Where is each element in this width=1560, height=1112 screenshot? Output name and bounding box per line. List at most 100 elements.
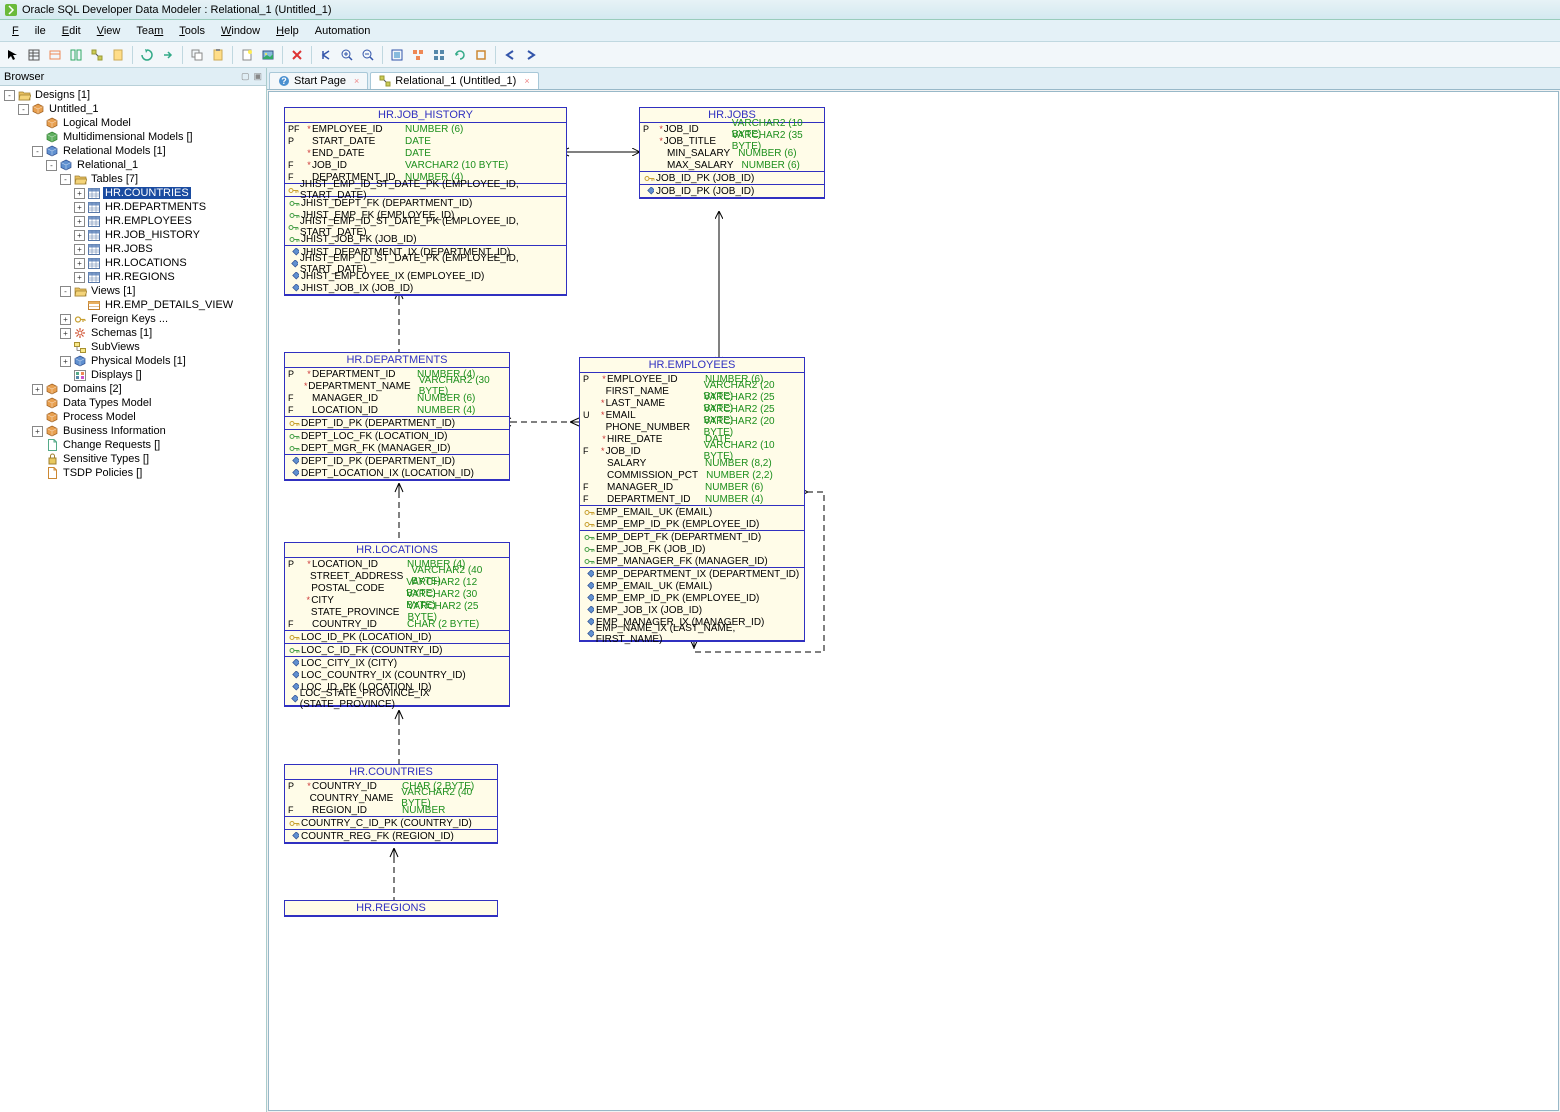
picture-icon[interactable] [259, 46, 277, 64]
zoom-out-icon[interactable] [359, 46, 377, 64]
entity-hr-job_history[interactable]: HR.JOB_HISTORYPF*EMPLOYEE_IDNUMBER (6)PS… [284, 107, 567, 296]
table-tool-icon[interactable] [25, 46, 43, 64]
reload-icon[interactable] [451, 46, 469, 64]
key-icon [643, 174, 656, 183]
tree-countries[interactable]: + HR.COUNTRIES [0, 186, 266, 200]
expand-toggle-icon[interactable]: + [60, 356, 71, 367]
tree-sensitive[interactable]: Sensitive Types [] [0, 452, 266, 466]
expand-toggle-icon[interactable]: + [74, 244, 85, 255]
arrow-right-icon[interactable] [159, 46, 177, 64]
entity-hr-employees[interactable]: HR.EMPLOYEESP*EMPLOYEE_IDNUMBER (6)FIRST… [579, 357, 805, 642]
layout-icon[interactable] [409, 46, 427, 64]
menu-help[interactable]: Help [268, 23, 307, 39]
expand-toggle-icon[interactable]: + [32, 384, 43, 395]
menu-edit[interactable]: Edit [54, 23, 89, 39]
close-icon[interactable]: × [524, 76, 529, 86]
tab-relational[interactable]: Relational_1 (Untitled_1) × [370, 72, 538, 89]
key-icon [288, 819, 301, 828]
forward-icon[interactable] [522, 46, 540, 64]
entity-hr-regions[interactable]: HR.REGIONS [284, 900, 498, 917]
maximize-icon[interactable]: ▣ [253, 71, 262, 82]
grid2-icon[interactable] [430, 46, 448, 64]
new-icon[interactable] [238, 46, 256, 64]
tree-multidim[interactable]: Multidimensional Models [] [0, 130, 266, 144]
relation-tool-icon[interactable] [88, 46, 106, 64]
tree-node-label: HR.COUNTRIES [103, 187, 191, 199]
tree-empdetview[interactable]: HR.EMP_DETAILS_VIEW [0, 298, 266, 312]
tree-jobhistory[interactable]: +HR.JOB_HISTORY [0, 228, 266, 242]
expand-toggle-icon[interactable]: - [60, 174, 71, 185]
title-bar: Oracle SQL Developer Data Modeler : Rela… [0, 0, 1560, 20]
expand-toggle-icon[interactable]: + [74, 230, 85, 241]
expand-toggle-icon[interactable]: - [32, 146, 43, 157]
tree-untitled[interactable]: -Untitled_1 [0, 102, 266, 116]
minimize-icon[interactable]: ▢ [241, 71, 250, 82]
tree-relmodels[interactable]: -Relational Models [1] [0, 144, 266, 158]
tree-views[interactable]: -Views [1] [0, 284, 266, 298]
tree-jobs[interactable]: +HR.JOBS [0, 242, 266, 256]
tree-changereq[interactable]: Change Requests [] [0, 438, 266, 452]
diagram-canvas[interactable]: HR.JOB_HISTORYPF*EMPLOYEE_IDNUMBER (6)PS… [268, 91, 1559, 1111]
copy-icon[interactable] [188, 46, 206, 64]
tree-subviews[interactable]: SubViews [0, 340, 266, 354]
menu-window[interactable]: Window [213, 23, 268, 39]
tree-locations[interactable]: +HR.LOCATIONS [0, 256, 266, 270]
split-tool-icon[interactable] [67, 46, 85, 64]
tree-rel1[interactable]: -Relational_1 [0, 158, 266, 172]
entity-hr-departments[interactable]: HR.DEPARTMENTSP*DEPARTMENT_IDNUMBER (4)*… [284, 352, 510, 481]
menu-tools[interactable]: Tools [171, 23, 213, 39]
tree-physmodels[interactable]: +Physical Models [1] [0, 354, 266, 368]
tree-tsdp[interactable]: TSDP Policies [] [0, 466, 266, 480]
close-icon[interactable]: × [354, 76, 359, 86]
browser-tree[interactable]: -Designs [1]-Untitled_1Logical ModelMult… [0, 86, 266, 1112]
expand-toggle-icon[interactable]: + [74, 272, 85, 283]
column-row: PF*EMPLOYEE_IDNUMBER (6) [285, 123, 566, 135]
tree-schemas[interactable]: +Schemas [1] [0, 326, 266, 340]
help-icon: ? [278, 75, 290, 87]
box-icon[interactable] [472, 46, 490, 64]
expand-toggle-icon[interactable]: + [60, 328, 71, 339]
tree-fks[interactable]: +Foreign Keys ... [0, 312, 266, 326]
view-tool-icon[interactable] [46, 46, 64, 64]
tree-regions[interactable]: +HR.REGIONS [0, 270, 266, 284]
menu-view[interactable]: View [89, 23, 129, 39]
expand-toggle-icon[interactable]: - [46, 160, 57, 171]
tree-domains[interactable]: +Domains [2] [0, 382, 266, 396]
note-tool-icon[interactable] [109, 46, 127, 64]
expand-toggle-icon[interactable]: + [32, 426, 43, 437]
sync-icon[interactable] [138, 46, 156, 64]
tree-designs[interactable]: -Designs [1] [0, 88, 266, 102]
tree-displays[interactable]: Displays [] [0, 368, 266, 382]
key-icon [583, 606, 596, 615]
menu-file[interactable]: File [4, 23, 54, 39]
pointer-tool-icon[interactable] [4, 46, 22, 64]
entity-hr-locations[interactable]: HR.LOCATIONSP*LOCATION_IDNUMBER (4)STREE… [284, 542, 510, 707]
tree-business[interactable]: +Business Information [0, 424, 266, 438]
expand-toggle-icon[interactable]: + [74, 188, 85, 199]
tree-datatypes[interactable]: Data Types Model [0, 396, 266, 410]
expand-toggle-icon[interactable]: - [18, 104, 29, 115]
entity-hr-countries[interactable]: HR.COUNTRIESP*COUNTRY_IDCHAR (2 BYTE)COU… [284, 764, 498, 844]
tree-tables[interactable]: -Tables [7] [0, 172, 266, 186]
back-icon[interactable] [501, 46, 519, 64]
expand-toggle-icon[interactable]: + [60, 314, 71, 325]
tree-departments[interactable]: +HR.DEPARTMENTS [0, 200, 266, 214]
entity-hr-jobs[interactable]: HR.JOBSP*JOB_IDVARCHAR2 (10 BYTE)*JOB_TI… [639, 107, 825, 199]
tree-process[interactable]: Process Model [0, 410, 266, 424]
menu-team[interactable]: Team [128, 23, 171, 39]
zoom-in-icon[interactable] [338, 46, 356, 64]
zoom-prev-icon[interactable] [317, 46, 335, 64]
tab-start-page[interactable]: ? Start Page × [269, 72, 368, 89]
expand-toggle-icon[interactable]: - [4, 90, 15, 101]
expand-toggle-icon[interactable]: - [60, 286, 71, 297]
delete-icon[interactable] [288, 46, 306, 64]
tree-employees[interactable]: +HR.EMPLOYEES [0, 214, 266, 228]
expand-toggle-icon[interactable]: + [74, 216, 85, 227]
fit-icon[interactable] [388, 46, 406, 64]
expand-toggle-icon[interactable]: + [74, 202, 85, 213]
tree-logical[interactable]: Logical Model [0, 116, 266, 130]
column-row: MAX_SALARYNUMBER (6) [640, 159, 824, 171]
menu-automation[interactable]: Automation [307, 23, 379, 39]
paste-icon[interactable] [209, 46, 227, 64]
expand-toggle-icon[interactable]: + [74, 258, 85, 269]
